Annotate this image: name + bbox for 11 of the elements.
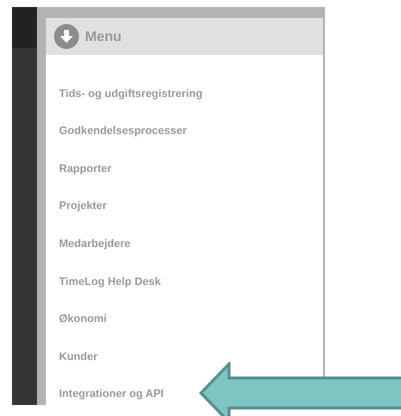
menu-title: Menu	[85, 27, 122, 46]
menu-item[interactable]: Integrationer og API	[59, 376, 164, 414]
menu-item[interactable]: TimeLog Help Desk	[59, 262, 161, 301]
menu-header[interactable]: Menu	[46, 18, 323, 55]
menu-item[interactable]: Kunder	[59, 338, 98, 376]
menu-item[interactable]: Rapporter	[59, 150, 112, 188]
menu-item[interactable]: Projekter	[59, 188, 107, 226]
menu-item[interactable]: Medarbejdere	[59, 225, 131, 263]
menu-item[interactable]: Godkendelsesprocesser	[59, 112, 187, 150]
menu-item[interactable]: Tids- og udgiftsregistrering	[59, 75, 202, 113]
menu-item[interactable]: Økonomi	[59, 300, 107, 338]
